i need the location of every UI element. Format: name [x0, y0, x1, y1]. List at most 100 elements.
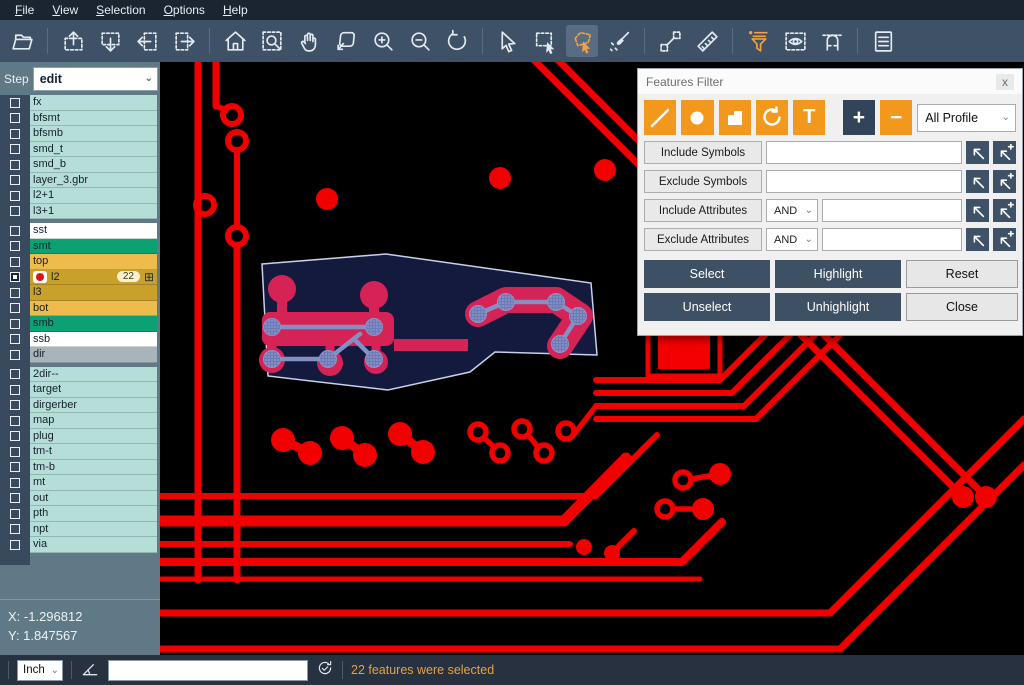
exclude-attributes-button[interactable]: Exclude Attributes — [644, 228, 762, 251]
layer-visibility-checkbox[interactable] — [10, 241, 20, 251]
layer-item[interactable]: tm-t — [30, 444, 157, 460]
zoom-selection-icon[interactable] — [330, 25, 362, 57]
layer-visibility-checkbox[interactable] — [10, 447, 20, 457]
pan-up-icon[interactable] — [57, 25, 89, 57]
dialog-title-bar[interactable]: Features Filter x — [638, 69, 1022, 94]
pan-down-icon[interactable] — [94, 25, 126, 57]
layer-item[interactable]: npt — [30, 522, 157, 538]
layer-visibility-checkbox[interactable] — [10, 272, 20, 282]
layer-visibility-checkbox[interactable] — [10, 319, 20, 329]
open-file-icon[interactable] — [6, 25, 38, 57]
step-select[interactable]: edit⌄ — [33, 67, 158, 91]
pan-right-icon[interactable] — [168, 25, 200, 57]
layer-item[interactable]: pth — [30, 506, 157, 522]
polygon-select-icon[interactable] — [566, 25, 598, 57]
layer-visibility-checkbox[interactable] — [10, 160, 20, 170]
layer-visibility-checkbox[interactable] — [10, 509, 20, 519]
layer-visibility-checkbox[interactable] — [10, 303, 20, 313]
menu-selection[interactable]: Selection — [87, 1, 154, 19]
layer-item[interactable]: tm-b — [30, 460, 157, 476]
layer-visibility-checkbox[interactable] — [10, 400, 20, 410]
pick-symbol-icon[interactable] — [966, 141, 989, 164]
pick-attribute-icon[interactable] — [966, 199, 989, 222]
arc-feature-icon[interactable] — [756, 100, 788, 135]
measure-icon[interactable] — [654, 25, 686, 57]
layer-item[interactable]: smd_t — [30, 142, 157, 158]
layer-visibility-checkbox[interactable] — [10, 113, 20, 123]
layer-item[interactable]: bot — [30, 301, 157, 317]
exclude-symbols-button[interactable]: Exclude Symbols — [644, 170, 762, 193]
layer-visibility-checkbox[interactable] — [10, 191, 20, 201]
layer-visibility-checkbox[interactable] — [10, 493, 20, 503]
layer-item[interactable]: mt — [30, 475, 157, 491]
layer-visibility-checkbox[interactable] — [10, 98, 20, 108]
zoom-in-icon[interactable] — [367, 25, 399, 57]
report-icon[interactable] — [867, 25, 899, 57]
remove-filter-icon[interactable]: − — [880, 100, 912, 135]
pan-hand-icon[interactable] — [293, 25, 325, 57]
layer-item[interactable]: out — [30, 491, 157, 507]
zoom-area-icon[interactable] — [256, 25, 288, 57]
grid-icon[interactable]: ⊞ — [144, 270, 154, 284]
clean-brush-icon[interactable] — [603, 25, 635, 57]
layer-visibility-checkbox[interactable] — [10, 350, 20, 360]
layer-item[interactable]: target — [30, 382, 157, 398]
layer-item-active[interactable]: l2 22 ⊞ — [30, 270, 157, 286]
zoom-previous-icon[interactable] — [441, 25, 473, 57]
unselect-button[interactable]: Unselect — [644, 293, 770, 321]
layer-visibility-checkbox[interactable] — [10, 175, 20, 185]
layer-item[interactable]: bfsmt — [30, 111, 157, 127]
exclude-attributes-op-select[interactable]: AND⌄ — [766, 228, 818, 251]
exclude-symbols-input[interactable] — [766, 170, 962, 193]
layer-visibility-checkbox[interactable] — [10, 369, 20, 379]
layer-item[interactable]: via — [30, 537, 157, 553]
layer-visibility-checkbox[interactable] — [10, 334, 20, 344]
menu-help[interactable]: Help — [214, 1, 257, 19]
refresh-check-icon[interactable] — [316, 659, 334, 682]
layer-item[interactable]: fx — [30, 95, 157, 111]
layer-visibility-checkbox[interactable] — [10, 385, 20, 395]
features-filter-icon[interactable] — [742, 25, 774, 57]
snap-icon[interactable] — [816, 25, 848, 57]
include-attributes-op-select[interactable]: AND⌄ — [766, 199, 818, 222]
layer-item[interactable]: sst — [30, 223, 157, 239]
close-icon[interactable]: x — [996, 74, 1014, 90]
layer-item[interactable]: 2dir-- — [30, 367, 157, 383]
include-symbols-input[interactable] — [766, 141, 962, 164]
layer-visibility-checkbox[interactable] — [10, 540, 20, 550]
ruler-icon[interactable] — [691, 25, 723, 57]
layer-visibility-checkbox[interactable] — [10, 478, 20, 488]
layer-item[interactable]: top — [30, 254, 157, 270]
pick-add-attribute-icon[interactable] — [993, 199, 1016, 222]
pick-add-symbol-icon[interactable] — [993, 141, 1016, 164]
layer-visibility-checkbox[interactable] — [10, 416, 20, 426]
menu-view[interactable]: View — [43, 1, 87, 19]
surface-feature-icon[interactable] — [719, 100, 751, 135]
units-select[interactable]: Inch⌄ — [17, 660, 63, 681]
layer-item[interactable]: dirgerber — [30, 398, 157, 414]
layer-visibility-checkbox[interactable] — [10, 226, 20, 236]
rectangle-select-icon[interactable] — [529, 25, 561, 57]
layer-item[interactable]: smt — [30, 239, 157, 255]
layer-item[interactable]: layer_3.gbr — [30, 173, 157, 189]
text-feature-icon[interactable]: T — [793, 100, 825, 135]
select-cursor-icon[interactable] — [492, 25, 524, 57]
zoom-out-icon[interactable] — [404, 25, 436, 57]
pan-left-icon[interactable] — [131, 25, 163, 57]
layer-item[interactable]: l3+1 — [30, 204, 157, 220]
menu-options[interactable]: Options — [155, 1, 214, 19]
layer-item[interactable]: plug — [30, 429, 157, 445]
include-attributes-input[interactable] — [822, 199, 962, 222]
command-input[interactable] — [108, 660, 308, 681]
layer-visibility-checkbox[interactable] — [10, 524, 20, 534]
exclude-attributes-input[interactable] — [822, 228, 962, 251]
layer-item[interactable]: map — [30, 413, 157, 429]
highlight-button[interactable]: Highlight — [775, 260, 901, 288]
pick-add-symbol-icon[interactable] — [993, 170, 1016, 193]
add-filter-icon[interactable]: + — [843, 100, 875, 135]
pad-feature-icon[interactable] — [681, 100, 713, 135]
layer-visibility-checkbox[interactable] — [10, 431, 20, 441]
home-view-icon[interactable] — [219, 25, 251, 57]
profile-select[interactable]: All Profile⌄ — [917, 104, 1016, 132]
layer-item[interactable]: ssb — [30, 332, 157, 348]
